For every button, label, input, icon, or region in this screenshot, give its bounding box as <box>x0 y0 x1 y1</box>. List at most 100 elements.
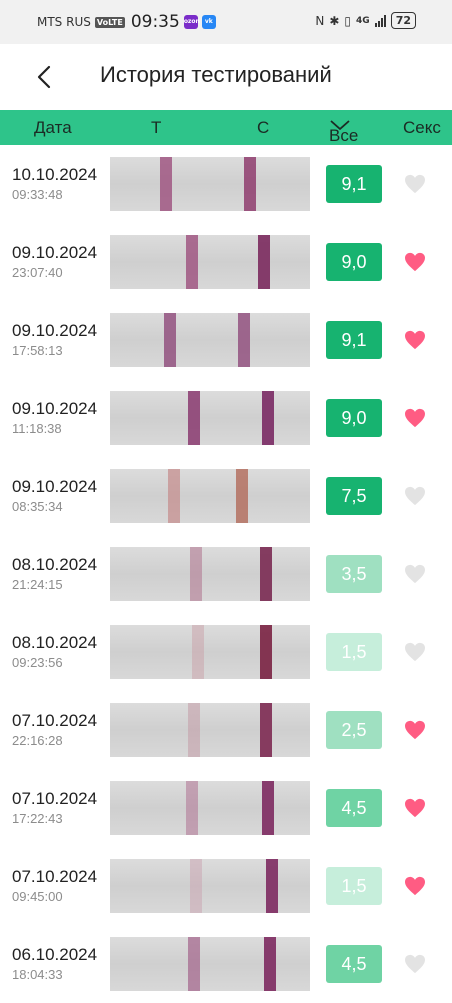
vk-icon: vk <box>201 15 216 29</box>
c-line <box>238 313 250 367</box>
heart-icon[interactable] <box>404 174 426 194</box>
score-badge: 9,1 <box>326 165 382 203</box>
history-row[interactable]: 07.10.2024 09:45:00 1,5 <box>0 847 452 925</box>
row-time: 09:45:00 <box>12 889 63 904</box>
heart-icon[interactable] <box>404 954 426 974</box>
row-time: 23:07:40 <box>12 265 63 280</box>
ozon-icon: ozon <box>183 15 200 29</box>
score-badge: 2,5 <box>326 711 382 749</box>
battery-level: 72 <box>390 12 416 29</box>
row-date: 06.10.2024 <box>12 945 98 964</box>
history-row[interactable]: 08.10.2024 09:23:56 1,5 <box>0 613 452 691</box>
c-line <box>260 625 272 679</box>
row-time: 08:35:34 <box>12 499 63 514</box>
heart-icon[interactable] <box>404 252 426 272</box>
page-title: История тестирований <box>100 62 332 87</box>
history-row[interactable]: 09.10.2024 11:18:38 9,0 <box>0 379 452 457</box>
t-line <box>188 937 200 991</box>
history-row[interactable]: 09.10.2024 23:07:40 9,0 <box>0 223 452 301</box>
c-line <box>260 547 272 601</box>
score-badge: 3,5 <box>326 555 382 593</box>
history-row[interactable]: 08.10.2024 21:24:15 3,5 <box>0 535 452 613</box>
filter-label: Все <box>329 126 359 145</box>
heart-icon[interactable] <box>404 720 426 740</box>
signal-icon <box>374 14 386 27</box>
t-line <box>190 859 202 913</box>
row-date: 09.10.2024 <box>12 399 98 418</box>
score-badge: 1,5 <box>326 633 382 671</box>
row-date: 09.10.2024 <box>12 321 98 340</box>
column-header-bar: Дата Т С Все Секс <box>0 110 452 145</box>
score-badge: 4,5 <box>326 945 382 983</box>
test-strip-photo <box>110 313 310 367</box>
row-date: 07.10.2024 <box>12 711 98 730</box>
score-badge: 9,0 <box>326 399 382 437</box>
filter-dropdown[interactable]: Все <box>329 118 358 145</box>
history-row[interactable]: 06.10.2024 18:04:33 4,5 <box>0 925 452 1003</box>
t-line <box>188 391 200 445</box>
row-date: 09.10.2024 <box>12 243 98 262</box>
c-line <box>260 703 272 757</box>
row-time: 09:33:48 <box>12 187 63 202</box>
c-line <box>244 157 256 211</box>
heart-icon[interactable] <box>404 486 426 506</box>
row-date: 07.10.2024 <box>12 789 98 808</box>
test-strip-photo <box>110 859 310 913</box>
test-strip-photo <box>110 157 310 211</box>
heart-icon[interactable] <box>404 642 426 662</box>
volte-badge: VoLTE <box>94 16 125 28</box>
t-line <box>168 469 180 523</box>
row-time: 17:22:43 <box>12 811 63 826</box>
test-strip-photo <box>110 703 310 757</box>
bluetooth-icon: ✱ <box>329 13 340 28</box>
t-line <box>164 313 176 367</box>
test-strip-photo <box>110 391 310 445</box>
history-row[interactable]: 10.10.2024 09:33:48 9,1 <box>0 145 452 223</box>
heart-icon[interactable] <box>404 564 426 584</box>
vibrate-icon: ▯ <box>344 13 352 28</box>
row-date: 08.10.2024 <box>12 633 98 652</box>
row-date: 07.10.2024 <box>12 867 98 886</box>
row-time: 09:23:56 <box>12 655 63 670</box>
history-row[interactable]: 07.10.2024 17:22:43 4,5 <box>0 769 452 847</box>
c-line <box>266 859 278 913</box>
row-time: 18:04:33 <box>12 967 63 982</box>
row-time: 17:58:13 <box>12 343 63 358</box>
column-c: С <box>257 118 270 137</box>
history-row[interactable]: 07.10.2024 22:16:28 2,5 <box>0 691 452 769</box>
test-strip-photo <box>110 469 310 523</box>
row-date: 10.10.2024 <box>12 165 98 184</box>
column-sex: Секс <box>403 118 441 137</box>
c-line <box>262 781 274 835</box>
score-badge: 1,5 <box>326 867 382 905</box>
carrier-name: MTS RUS <box>37 15 91 29</box>
column-date: Дата <box>34 118 72 137</box>
c-line <box>262 391 274 445</box>
status-bar: MTS RUS VoLTE 09:35 ozon vk N ✱ ▯ 4G 72 <box>0 0 452 44</box>
history-row[interactable]: 09.10.2024 08:35:34 7,5 <box>0 457 452 535</box>
row-time: 21:24:15 <box>12 577 63 592</box>
heart-icon[interactable] <box>404 876 426 896</box>
back-arrow-icon[interactable] <box>34 64 56 90</box>
heart-icon[interactable] <box>404 798 426 818</box>
heart-icon[interactable] <box>404 330 426 350</box>
t-line <box>190 547 202 601</box>
nfc-icon: N <box>315 13 325 28</box>
test-strip-photo <box>110 547 310 601</box>
heart-icon[interactable] <box>404 408 426 428</box>
t-line <box>188 703 200 757</box>
test-strip-photo <box>110 937 310 991</box>
c-line <box>236 469 248 523</box>
app-header: История тестирований <box>0 44 452 110</box>
c-line <box>258 235 270 289</box>
history-row[interactable]: 09.10.2024 17:58:13 9,1 <box>0 301 452 379</box>
t-line <box>186 781 198 835</box>
test-strip-photo <box>110 781 310 835</box>
score-badge: 7,5 <box>326 477 382 515</box>
network-type: 4G <box>356 15 370 26</box>
t-line <box>186 235 198 289</box>
score-badge: 9,0 <box>326 243 382 281</box>
c-line <box>264 937 276 991</box>
row-date: 09.10.2024 <box>12 477 98 496</box>
score-badge: 4,5 <box>326 789 382 827</box>
